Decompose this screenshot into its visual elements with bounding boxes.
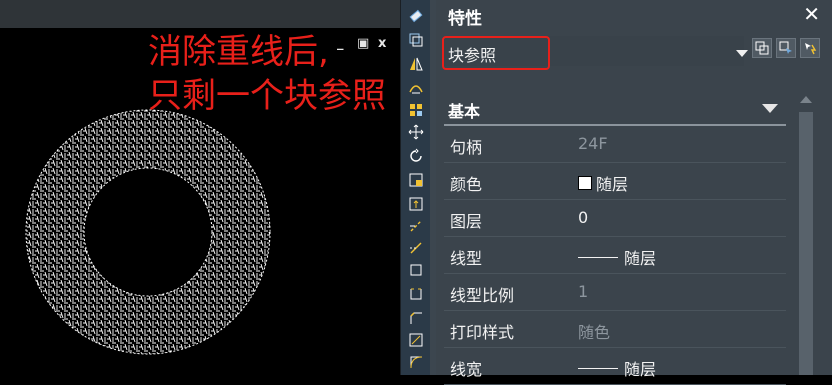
annotation-text: 消除重线后, 只剩一个块参照 xyxy=(148,30,386,118)
highlight-box xyxy=(442,36,550,70)
selection-row: 块参照 xyxy=(436,30,832,76)
property-value[interactable]: 0 xyxy=(578,208,588,227)
trim-icon[interactable] xyxy=(406,216,426,236)
property-value: 随色 xyxy=(578,323,611,342)
property-value[interactable]: 随层 xyxy=(578,245,656,269)
copy-icon[interactable] xyxy=(406,30,426,50)
extend-icon[interactable] xyxy=(406,238,426,258)
property-row-handle: 句柄 24F xyxy=(444,126,786,163)
section-basic-header[interactable]: 基本 xyxy=(444,92,786,126)
explode-icon[interactable] xyxy=(406,352,426,372)
join-icon[interactable] xyxy=(406,284,426,304)
property-value[interactable]: 随层 xyxy=(578,356,656,380)
property-value[interactable]: 随层 xyxy=(578,171,628,195)
modify-toolbar xyxy=(400,0,431,375)
property-list: 句柄 24F 颜色 随层 图层 0 线型 随层 线型比例 1 打印样式 随色 线… xyxy=(444,126,786,385)
move-icon[interactable] xyxy=(406,122,426,142)
select-objects-icon[interactable] xyxy=(776,38,796,58)
property-row-linetype-scale[interactable]: 线型比例 1 xyxy=(444,274,786,311)
chevron-down-icon[interactable] xyxy=(762,104,778,113)
chamfer-icon[interactable] xyxy=(406,308,426,328)
property-row-linetype[interactable]: 线型 随层 xyxy=(444,237,786,274)
property-value[interactable]: 1 xyxy=(578,282,588,301)
minimize-button[interactable]: _ xyxy=(337,36,344,51)
annotation-line-2: 只剩一个块参照 xyxy=(148,76,386,116)
property-row-lineweight[interactable]: 线宽 随层 xyxy=(444,348,786,385)
color-swatch xyxy=(578,176,592,190)
property-row-layer[interactable]: 图层 0 xyxy=(444,200,786,237)
property-value: 24F xyxy=(578,134,608,153)
property-row-plot-style: 打印样式 随色 xyxy=(444,311,786,348)
stretch-icon[interactable] xyxy=(406,194,426,214)
rotate-icon[interactable] xyxy=(406,146,426,166)
panel-title: 特性 xyxy=(448,9,482,29)
property-label: 打印样式 xyxy=(450,323,515,342)
lineweight-sample xyxy=(578,367,618,369)
property-label: 图层 xyxy=(450,212,483,231)
panel-header: 特性 ✕ xyxy=(436,0,832,30)
break-icon[interactable] xyxy=(406,260,426,280)
property-label: 线宽 xyxy=(450,360,483,379)
linetype-sample xyxy=(578,256,618,258)
fillet-icon[interactable] xyxy=(406,330,426,350)
toggle-pickadd-icon[interactable] xyxy=(752,38,772,58)
close-icon[interactable]: ✕ xyxy=(803,2,820,26)
array-icon[interactable] xyxy=(406,100,426,120)
scale-icon[interactable] xyxy=(406,170,426,190)
properties-panel: 特性 ✕ 块参照 基本 句柄 24F 颜色 随层 图层 0 线型 随层 线型比例… xyxy=(436,0,832,385)
quick-select-icon[interactable] xyxy=(800,38,820,58)
property-label: 颜色 xyxy=(450,175,483,194)
property-label: 句柄 xyxy=(450,138,483,157)
property-value-text: 随层 xyxy=(624,360,657,379)
section-title: 基本 xyxy=(448,102,481,121)
scrollbar[interactable] xyxy=(796,88,816,375)
property-row-color[interactable]: 颜色 随层 xyxy=(444,163,786,200)
scroll-thumb[interactable] xyxy=(799,112,813,375)
scroll-up-icon[interactable] xyxy=(800,96,812,103)
property-value-text: 随层 xyxy=(624,249,657,268)
annotation-line-1: 消除重线后, xyxy=(148,32,329,72)
chevron-down-icon[interactable] xyxy=(736,50,748,57)
maximize-button[interactable]: ▣ xyxy=(357,36,369,51)
mirror-icon[interactable] xyxy=(406,54,426,74)
property-value-text: 随层 xyxy=(596,175,629,194)
eraser-icon[interactable] xyxy=(406,6,426,26)
offset-icon[interactable] xyxy=(406,78,426,98)
property-label: 线型 xyxy=(450,249,483,268)
drawing-canvas[interactable]: 消除重线后, 只剩一个块参照 _ ▣ x xyxy=(0,0,400,375)
close-drawing-button[interactable]: x xyxy=(378,36,386,51)
property-label: 线型比例 xyxy=(450,286,515,305)
